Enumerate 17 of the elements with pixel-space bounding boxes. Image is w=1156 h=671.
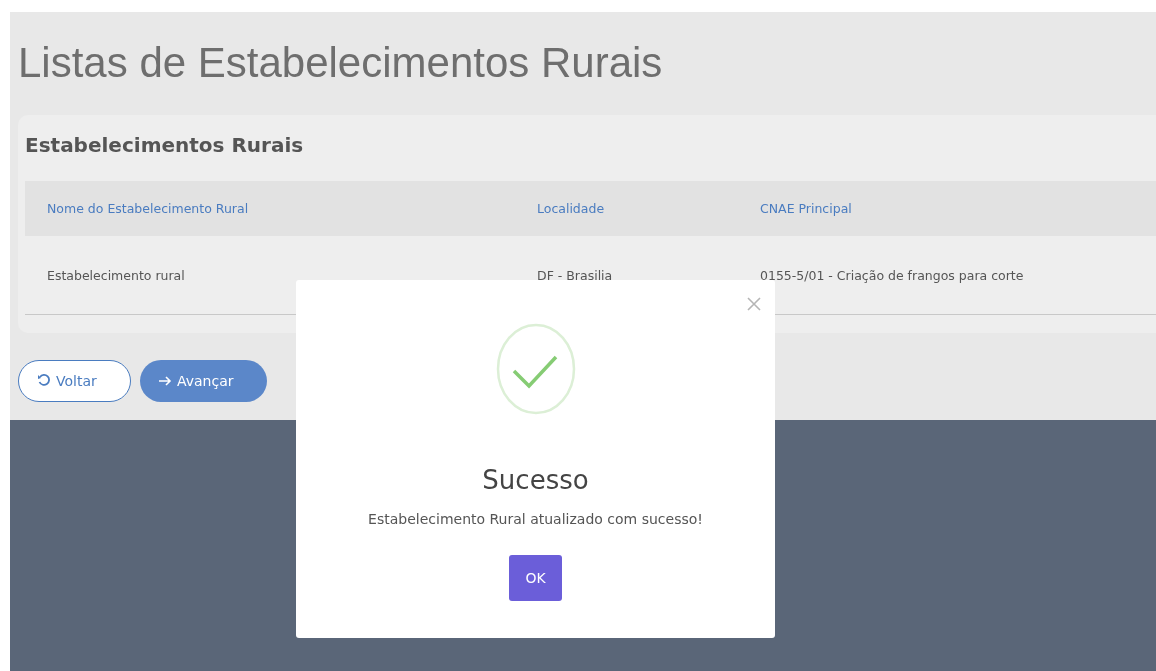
back-button[interactable]: Voltar	[18, 360, 131, 402]
column-header: CNAE Principal	[760, 201, 853, 216]
table-cell: DF - Brasilia	[537, 267, 613, 283]
dialog-message: Estabelecimento Rural atualizado com sucesso!	[368, 511, 703, 527]
undo-icon	[37, 374, 51, 388]
close-icon[interactable]	[747, 297, 761, 311]
dialog-title: Sucesso	[482, 465, 589, 495]
page-title: Listas de Estabelecimentos Rurais	[18, 38, 664, 88]
arrow-right-icon	[158, 375, 172, 387]
check-circle-icon	[495, 323, 576, 415]
table-cell: Estabelecimento rural	[47, 267, 185, 283]
ok-button[interactable]: OK	[509, 555, 562, 601]
column-header: Nome do Estabelecimento Rural	[47, 201, 250, 216]
column-header: Localidade	[537, 201, 606, 216]
next-button[interactable]: Avançar	[140, 360, 267, 402]
card-title: Estabelecimentos Rurais	[25, 132, 305, 159]
table-cell: 0155-5/01 - Criação de frangos para corte	[760, 267, 1024, 283]
